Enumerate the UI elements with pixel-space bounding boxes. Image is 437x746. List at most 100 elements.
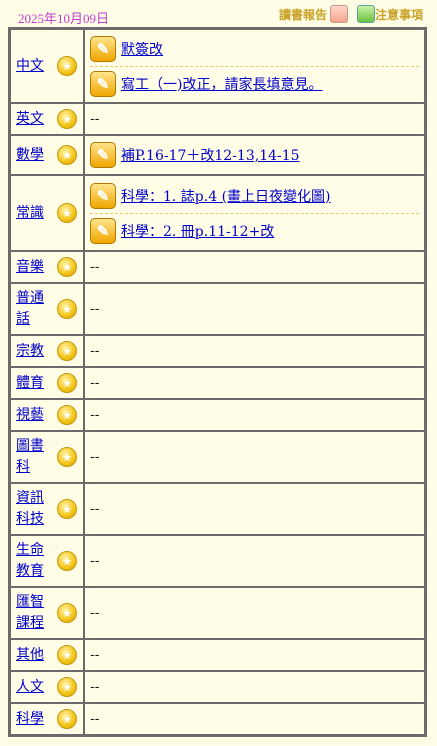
- read-report-link[interactable]: 讀書報告: [279, 5, 348, 23]
- homework-link[interactable]: 默簽改: [121, 39, 163, 59]
- subject-link[interactable]: 英文: [16, 109, 50, 130]
- no-homework-text: --: [90, 553, 100, 569]
- subject-row: 音樂 ★ --: [10, 251, 425, 283]
- star-icon[interactable]: ★: [57, 145, 77, 165]
- star-icon[interactable]: ★: [57, 109, 77, 129]
- subject-row: 常識 ★ ✎ 科學：1. 誌p.4 (畫上日夜變化圖) ✎ 科學：2. 冊p.11-12+…: [10, 175, 425, 251]
- subject-link[interactable]: 體育: [16, 373, 50, 394]
- subject-row: 普通話 ★ --: [10, 283, 425, 335]
- pencil-note-icon: ✎: [90, 35, 116, 62]
- homework-cell: --: [84, 535, 425, 587]
- subject-link[interactable]: 音樂: [16, 257, 50, 278]
- star-icon[interactable]: ★: [57, 56, 77, 76]
- subject-row: 科學 ★ --: [10, 703, 425, 735]
- homework-cell: ✎ 科學：1. 誌p.4 (畫上日夜變化圖) ✎ 科學：2. 冊p.11-12+改: [84, 175, 425, 251]
- homework-item: ✎ 科學：1. 誌p.4 (畫上日夜變化圖): [90, 179, 419, 213]
- homework-link[interactable]: 寫工（一)改正，請家長填意見。: [121, 74, 322, 94]
- subject-row: 匯智課程 ★ --: [10, 587, 425, 639]
- homework-cell: --: [84, 335, 425, 367]
- homework-link[interactable]: 科學：2. 冊p.11-12+改: [121, 221, 274, 241]
- no-homework-text: --: [90, 501, 100, 517]
- subject-link[interactable]: 數學: [16, 145, 50, 166]
- homework-cell: --: [84, 483, 425, 535]
- star-icon[interactable]: ★: [57, 405, 77, 425]
- no-homework-text: --: [90, 343, 100, 359]
- star-icon[interactable]: ★: [57, 257, 77, 277]
- subject-row: 體育 ★ --: [10, 367, 425, 399]
- homework-cell: --: [84, 367, 425, 399]
- star-icon[interactable]: ★: [57, 299, 77, 319]
- no-homework-text: --: [90, 605, 100, 621]
- no-homework-text: --: [90, 647, 100, 663]
- homework-link[interactable]: 補P.16-17＋改12-13,14-15: [121, 145, 300, 165]
- subject-cell: 普通話 ★: [10, 283, 84, 335]
- subject-link[interactable]: 視藝: [16, 405, 50, 426]
- subject-row: 英文 ★ --: [10, 103, 425, 135]
- subject-link[interactable]: 匯智課程: [16, 592, 50, 634]
- pencil-note-icon: ✎: [90, 182, 116, 209]
- star-icon[interactable]: ★: [57, 551, 77, 571]
- star-icon[interactable]: ★: [57, 603, 77, 623]
- subject-link[interactable]: 常識: [16, 203, 50, 224]
- subject-link[interactable]: 科學: [16, 709, 50, 730]
- subject-cell: 音樂 ★: [10, 251, 84, 283]
- homework-cell: --: [84, 587, 425, 639]
- homework-table: 中文 ★ ✎ 默簽改 ✎ 寫工（一)改正，請家長填意見。 英文 ★ -- 數學 ★ ✎ 補P.16-17…: [8, 27, 427, 737]
- homework-item: ✎ 補P.16-17＋改12-13,14-15: [90, 138, 419, 172]
- star-icon[interactable]: ★: [57, 677, 77, 697]
- subject-row: 資訊科技 ★ --: [10, 483, 425, 535]
- homework-cell: --: [84, 671, 425, 703]
- check-note-icon: [356, 5, 375, 23]
- homework-cell: --: [84, 431, 425, 483]
- homework-cell: --: [84, 703, 425, 735]
- homework-cell: --: [84, 251, 425, 283]
- subject-link[interactable]: 資訊科技: [16, 488, 50, 530]
- notice-link[interactable]: 注意事項: [354, 5, 423, 23]
- no-homework-text: --: [90, 711, 100, 727]
- star-icon[interactable]: ★: [57, 499, 77, 519]
- no-homework-text: --: [90, 449, 100, 465]
- no-homework-text: --: [90, 407, 100, 423]
- subject-cell: 體育 ★: [10, 367, 84, 399]
- no-homework-text: --: [90, 679, 100, 695]
- subject-cell: 宗教 ★: [10, 335, 84, 367]
- homework-item: ✎ 寫工（一)改正，請家長填意見。: [90, 65, 419, 101]
- subject-row: 宗教 ★ --: [10, 335, 425, 367]
- header-bar: 2025年10月09日 讀書報告 注意事項: [0, 0, 437, 27]
- notice-label: 注意事項: [374, 7, 423, 22]
- pencil-note-icon: ✎: [90, 217, 116, 244]
- homework-cell: --: [84, 639, 425, 671]
- subject-link[interactable]: 普通話: [16, 288, 50, 330]
- subject-row: 人文 ★ --: [10, 671, 425, 703]
- no-homework-text: --: [90, 111, 100, 127]
- star-icon[interactable]: ★: [57, 203, 77, 223]
- subject-link[interactable]: 人文: [16, 677, 50, 698]
- subject-cell: 中文 ★: [10, 29, 84, 103]
- homework-link[interactable]: 科學：1. 誌p.4 (畫上日夜變化圖): [121, 186, 331, 206]
- subject-link[interactable]: 其他: [16, 645, 50, 666]
- date-label: 2025年10月09日: [18, 11, 110, 26]
- subject-row: 生命教育 ★ --: [10, 535, 425, 587]
- subject-cell: 人文 ★: [10, 671, 84, 703]
- homework-item: ✎ 默簽改: [90, 32, 419, 66]
- subject-cell: 匯智課程 ★: [10, 587, 84, 639]
- star-icon[interactable]: ★: [57, 341, 77, 361]
- subject-link[interactable]: 宗教: [16, 341, 50, 362]
- homework-cell: --: [84, 103, 425, 135]
- pencil-note-icon: ✎: [90, 142, 116, 168]
- star-icon[interactable]: ★: [57, 447, 77, 467]
- book-icon: [329, 5, 348, 23]
- subject-link[interactable]: 中文: [16, 56, 50, 77]
- subject-cell: 視藝 ★: [10, 399, 84, 431]
- header-links: 讀書報告 注意事項: [273, 5, 423, 23]
- subject-link[interactable]: 生命教育: [16, 540, 50, 582]
- star-icon[interactable]: ★: [57, 373, 77, 393]
- subject-cell: 其他 ★: [10, 639, 84, 671]
- subject-cell: 常識 ★: [10, 175, 84, 251]
- pencil-note-icon: ✎: [90, 70, 116, 97]
- homework-cell: ✎ 默簽改 ✎ 寫工（一)改正，請家長填意見。: [84, 29, 425, 103]
- star-icon[interactable]: ★: [57, 709, 77, 729]
- homework-cell: --: [84, 399, 425, 431]
- star-icon[interactable]: ★: [57, 645, 77, 665]
- subject-link[interactable]: 圖書科: [16, 436, 50, 478]
